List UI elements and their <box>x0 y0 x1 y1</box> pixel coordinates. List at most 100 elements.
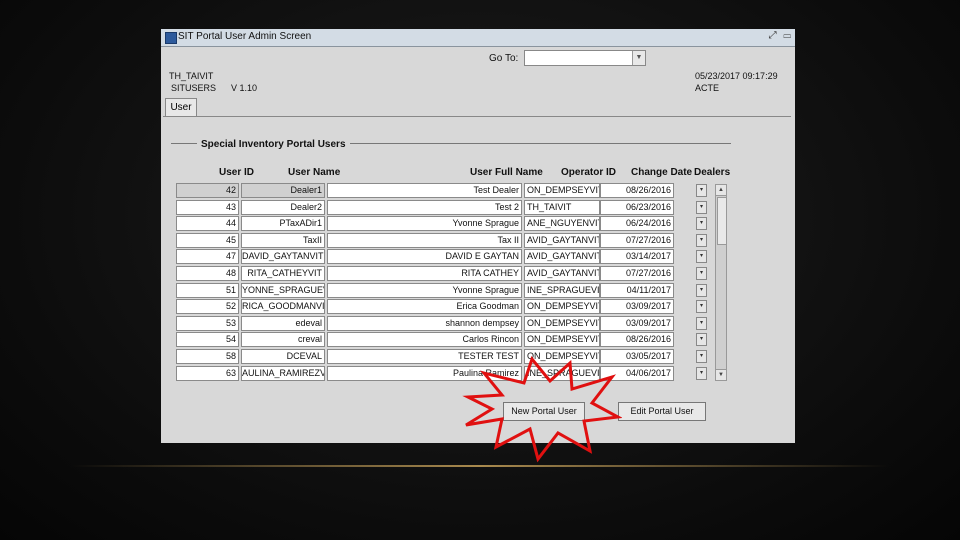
dealers-dropdown-icon[interactable]: ▾ <box>696 350 707 363</box>
change-date-cell[interactable]: 03/09/2017 <box>600 299 674 315</box>
tab-user[interactable]: User <box>165 98 197 117</box>
current-user: TH_TAIVIT <box>169 71 214 81</box>
table-row[interactable]: 48 RITA_CATHEYVIT RITA CATHEY AVID_GAYTANVI… <box>176 266 716 281</box>
user-id-cell[interactable]: 63 <box>176 365 239 381</box>
user-name-cell[interactable]: Dealer2 <box>241 199 325 215</box>
change-date-cell[interactable]: 03/09/2017 <box>600 315 674 331</box>
user-name-cell[interactable]: Dealer1 <box>241 183 325 198</box>
full-name-cell[interactable]: shannon dempsey <box>327 315 522 331</box>
change-date-cell[interactable]: 07/27/2016 <box>600 232 674 248</box>
column-header-dealers: Dealers <box>694 167 731 178</box>
full-name-cell[interactable]: Carlos Rincon <box>327 332 522 348</box>
table-row[interactable]: 45 TaxII Tax II AVID_GAYTANVIT 07/27/2016 ▾ <box>176 232 716 248</box>
user-id-cell[interactable]: 58 <box>176 349 239 364</box>
user-id-cell[interactable]: 47 <box>176 249 239 265</box>
section-title: Special Inventory Portal Users <box>197 139 350 150</box>
full-name-cell[interactable]: Yvonne Sprague <box>327 282 522 298</box>
full-name-cell[interactable]: Tax II <box>327 232 522 248</box>
operator-id-cell[interactable]: AVID_GAYTANVIT <box>524 266 600 281</box>
dealers-dropdown-icon[interactable]: ▾ <box>696 283 707 297</box>
user-name-cell[interactable]: RICA_GOODMANVIT <box>241 299 325 315</box>
operator-id-cell[interactable]: INE_SPRAGUEVIT <box>524 282 600 298</box>
change-date-cell[interactable]: 04/11/2017 <box>600 282 674 298</box>
change-date-cell[interactable]: 08/26/2016 <box>600 183 674 198</box>
user-name-cell[interactable]: PTaxADir1 <box>241 216 325 232</box>
change-date-cell[interactable]: 03/14/2017 <box>600 249 674 265</box>
operator-id-cell[interactable]: ON_DEMPSEYVIT <box>524 299 600 315</box>
starburst-highlight <box>462 355 622 463</box>
user-name-cell[interactable]: DCEVAL <box>241 349 325 364</box>
edit-portal-user-button[interactable]: Edit Portal User <box>618 402 706 421</box>
full-name-cell[interactable]: Test 2 <box>327 199 522 215</box>
column-header-full-name: User Full Name <box>470 167 543 178</box>
full-name-cell[interactable]: Yvonne Sprague <box>327 216 522 232</box>
table-row[interactable]: 44 PTaxADir1 Yvonne Sprague ANE_NGUYENVIT 06… <box>176 216 716 232</box>
change-date-cell[interactable]: 06/23/2016 <box>600 199 674 215</box>
title-bar: SIT Portal User Admin Screen ⤢ ▭ <box>161 29 795 47</box>
dealers-dropdown-icon[interactable]: ▾ <box>696 200 707 214</box>
change-date-cell[interactable]: 08/26/2016 <box>600 332 674 348</box>
dealers-dropdown-icon[interactable]: ▾ <box>696 300 707 314</box>
goto-select[interactable]: ▼ <box>524 50 646 66</box>
operator-id-cell[interactable]: ON_DEMPSEYVIT <box>524 183 600 198</box>
user-id-cell[interactable]: 52 <box>176 299 239 315</box>
column-header-user-id: User ID <box>219 167 255 178</box>
status-label: ACTE <box>695 83 720 93</box>
table-scrollbar[interactable]: ▲ ▼ <box>715 184 727 381</box>
operator-id-cell[interactable]: ON_DEMPSEYVIT <box>524 332 600 348</box>
table-row[interactable]: 43 Dealer2 Test 2 TH_TAIVIT 06/23/2016 ▾ <box>176 199 716 215</box>
change-date-cell[interactable]: 07/27/2016 <box>600 266 674 281</box>
dealers-dropdown-icon[interactable]: ▾ <box>696 184 707 197</box>
scroll-up-icon[interactable]: ▲ <box>716 185 726 196</box>
scroll-down-icon[interactable]: ▼ <box>716 369 726 380</box>
user-name-cell[interactable]: RITA_CATHEYVIT <box>241 266 325 281</box>
operator-id-cell[interactable]: ON_DEMPSEYVIT <box>524 315 600 331</box>
dealers-dropdown-icon[interactable]: ▾ <box>696 233 707 247</box>
operator-id-cell[interactable]: TH_TAIVIT <box>524 199 600 215</box>
user-id-cell[interactable]: 54 <box>176 332 239 348</box>
scrollbar-thumb[interactable] <box>717 197 727 245</box>
user-name-cell[interactable]: AULINA_RAMIREZVIT <box>241 365 325 381</box>
user-id-cell[interactable]: 44 <box>176 216 239 232</box>
slide-divider-line <box>70 465 890 467</box>
table-row[interactable]: 52 RICA_GOODMANVIT Erica Goodman ON_DEMPSEY… <box>176 299 716 315</box>
operator-id-cell[interactable]: AVID_GAYTANVIT <box>524 232 600 248</box>
chevron-down-icon[interactable]: ▼ <box>632 51 645 65</box>
user-name-cell[interactable]: YONNE_SPRAGUEVIT <box>241 282 325 298</box>
operator-id-cell[interactable]: ANE_NGUYENVIT <box>524 216 600 232</box>
column-header-user-name: User Name <box>288 167 341 178</box>
table-row[interactable]: 51YONNE_SPRAGUEVITYvonne SpragueINE_SPRA… <box>176 282 716 298</box>
dealers-dropdown-icon[interactable]: ▾ <box>696 267 707 280</box>
full-name-cell[interactable]: Erica Goodman <box>327 299 522 315</box>
table-row[interactable]: 63 AULINA_RAMIREZVIT Paulina Ramirez INE_SP… <box>176 365 716 381</box>
dealers-dropdown-icon[interactable]: ▾ <box>696 366 707 380</box>
user-name-cell[interactable]: creval <box>241 332 325 348</box>
table-row[interactable]: 58 DCEVAL TESTER TEST ON_DEMPSEYVIT 03/05/20… <box>176 349 716 364</box>
datetime-label: 05/23/2017 09:17:29 <box>695 71 778 81</box>
dealers-dropdown-icon[interactable]: ▾ <box>696 333 707 347</box>
window-controls[interactable]: ⤢ ▭ <box>769 30 793 41</box>
full-name-cell[interactable]: Test Dealer <box>327 183 522 198</box>
full-name-cell[interactable]: DAVID E GAYTAN <box>327 249 522 265</box>
dealers-dropdown-icon[interactable]: ▾ <box>696 217 707 231</box>
user-id-cell[interactable]: 42 <box>176 183 239 198</box>
user-id-cell[interactable]: 53 <box>176 315 239 331</box>
user-name-cell[interactable]: TaxII <box>241 232 325 248</box>
user-id-cell[interactable]: 48 <box>176 266 239 281</box>
table-row[interactable]: 47 DAVID_GAYTANVIT DAVID E GAYTAN AVID_GAYT… <box>176 249 716 265</box>
change-date-cell[interactable]: 06/24/2016 <box>600 216 674 232</box>
user-name-cell[interactable]: DAVID_GAYTANVIT <box>241 249 325 265</box>
table-row[interactable]: 42 Dealer1 Test Dealer ON_DEMPSEYVIT 08/26/2… <box>176 183 716 198</box>
dealers-dropdown-icon[interactable]: ▾ <box>696 316 707 330</box>
starburst-outline <box>462 355 622 463</box>
user-id-cell[interactable]: 43 <box>176 199 239 215</box>
user-id-cell[interactable]: 45 <box>176 232 239 248</box>
database-name: SITUSERS <box>171 83 217 93</box>
user-name-cell[interactable]: edeval <box>241 315 325 331</box>
operator-id-cell[interactable]: AVID_GAYTANVIT <box>524 249 600 265</box>
dealers-dropdown-icon[interactable]: ▾ <box>696 250 707 264</box>
table-row[interactable]: 54 creval Carlos Rincon ON_DEMPSEYVIT 08/26/… <box>176 332 716 348</box>
table-row[interactable]: 53 edeval shannon dempsey ON_DEMPSEYVIT 03/0… <box>176 315 716 331</box>
user-id-cell[interactable]: 51 <box>176 282 239 298</box>
full-name-cell[interactable]: RITA CATHEY <box>327 266 522 281</box>
